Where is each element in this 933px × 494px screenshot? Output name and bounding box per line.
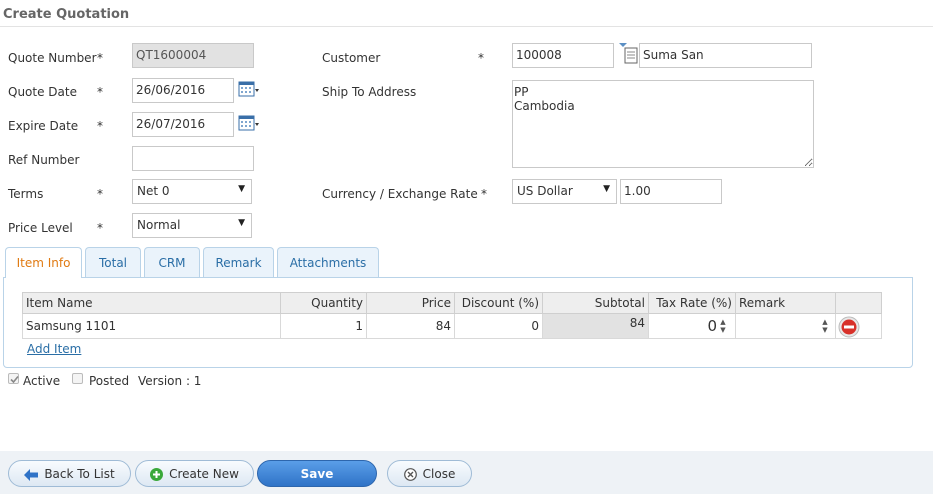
close-circle-icon bbox=[403, 468, 417, 481]
back-to-list-button[interactable]: Back To List bbox=[8, 460, 131, 487]
posted-checkbox bbox=[72, 373, 83, 384]
chevron-down-icon: ▼ bbox=[603, 184, 610, 194]
exchange-rate-field[interactable]: 1.00 bbox=[620, 179, 722, 204]
add-item-link[interactable]: Add Item bbox=[27, 342, 81, 356]
col-tax-rate[interactable]: Tax Rate (%) bbox=[648, 292, 735, 314]
calendar-icon[interactable] bbox=[238, 114, 260, 132]
terms-required: * bbox=[97, 187, 103, 201]
col-discount[interactable]: Discount (%) bbox=[454, 292, 542, 314]
price-level-select[interactable]: Normal ▼ bbox=[132, 213, 252, 238]
customer-label: Customer bbox=[322, 51, 381, 65]
close-button[interactable]: Close bbox=[387, 460, 472, 487]
plus-circle-icon bbox=[150, 468, 164, 481]
cell-quantity[interactable]: 1 bbox=[280, 314, 366, 339]
lookup-icon[interactable] bbox=[619, 43, 639, 65]
expire-date-required: * bbox=[97, 119, 103, 133]
save-button[interactable]: Save bbox=[257, 460, 377, 487]
tax-rate-stepper[interactable]: ▲ ▼ bbox=[719, 318, 727, 334]
cell-item-name[interactable]: Samsung 1101 bbox=[22, 314, 280, 339]
quote-number-label: Quote Number bbox=[8, 51, 97, 65]
checkmark-icon bbox=[10, 375, 19, 384]
cell-discount[interactable]: 0 bbox=[454, 314, 542, 339]
customer-name-field[interactable]: Suma San bbox=[639, 43, 812, 68]
col-remark[interactable]: Remark bbox=[735, 292, 835, 314]
currency-required: * bbox=[481, 187, 487, 201]
posted-label: Posted bbox=[89, 374, 130, 388]
remark-stepper[interactable]: ▲ ▼ bbox=[821, 318, 829, 334]
active-label: Active bbox=[23, 374, 61, 388]
price-level-value: Normal bbox=[137, 218, 181, 232]
create-new-button[interactable]: Create New bbox=[135, 460, 254, 487]
price-level-label: Price Level bbox=[8, 221, 73, 235]
quote-date-field[interactable]: 26/06/2016 bbox=[132, 78, 234, 103]
expire-date-field[interactable]: 26/07/2016 bbox=[132, 112, 234, 137]
tab-remark[interactable]: Remark bbox=[203, 247, 274, 277]
back-to-list-label: Back To List bbox=[44, 467, 115, 481]
active-checkbox bbox=[8, 373, 19, 384]
calendar-icon[interactable] bbox=[238, 80, 260, 98]
terms-value: Net 0 bbox=[137, 184, 170, 198]
currency-value: US Dollar bbox=[517, 184, 573, 198]
terms-select[interactable]: Net 0 ▼ bbox=[132, 179, 252, 204]
ship-to-label: Ship To Address bbox=[322, 85, 417, 99]
tab-attachments[interactable]: Attachments bbox=[277, 247, 379, 277]
customer-code-field[interactable]: 100008 bbox=[512, 43, 614, 68]
col-quantity[interactable]: Quantity bbox=[280, 292, 366, 314]
arrow-left-icon bbox=[24, 468, 39, 481]
terms-label: Terms bbox=[8, 187, 44, 201]
close-label: Close bbox=[422, 467, 456, 481]
cell-remark[interactable] bbox=[735, 314, 835, 339]
price-level-required: * bbox=[97, 221, 103, 235]
quote-date-label: Quote Date bbox=[8, 85, 77, 99]
page-title: Create Quotation bbox=[3, 7, 130, 22]
col-subtotal[interactable]: Subtotal bbox=[542, 292, 648, 314]
remove-row-icon[interactable] bbox=[838, 316, 860, 338]
col-item-name[interactable]: Item Name bbox=[22, 292, 280, 314]
col-price[interactable]: Price bbox=[366, 292, 454, 314]
customer-required: * bbox=[478, 51, 484, 65]
create-new-label: Create New bbox=[169, 467, 239, 481]
cell-subtotal: 84 bbox=[542, 314, 648, 339]
chevron-down-icon: ▼ bbox=[238, 218, 245, 228]
version-text: Version : 1 bbox=[138, 374, 202, 388]
expire-date-label: Expire Date bbox=[8, 119, 79, 133]
title-divider bbox=[0, 26, 933, 27]
quote-number-required: * bbox=[97, 51, 103, 65]
chevron-down-icon: ▼ bbox=[238, 184, 245, 194]
tab-total[interactable]: Total bbox=[85, 247, 141, 277]
currency-select[interactable]: US Dollar ▼ bbox=[512, 179, 617, 204]
ship-to-address-field[interactable]: PP Cambodia bbox=[512, 80, 814, 168]
quote-date-required: * bbox=[97, 85, 103, 99]
tab-crm[interactable]: CRM bbox=[144, 247, 200, 277]
col-actions bbox=[835, 292, 882, 314]
quote-number-field: QT1600004 bbox=[132, 43, 254, 68]
cell-price[interactable]: 84 bbox=[366, 314, 454, 339]
ref-number-label: Ref Number bbox=[8, 153, 80, 167]
ref-number-field[interactable] bbox=[132, 146, 254, 171]
tab-item-info[interactable]: Item Info bbox=[5, 247, 82, 278]
currency-label: Currency / Exchange Rate bbox=[322, 187, 478, 201]
